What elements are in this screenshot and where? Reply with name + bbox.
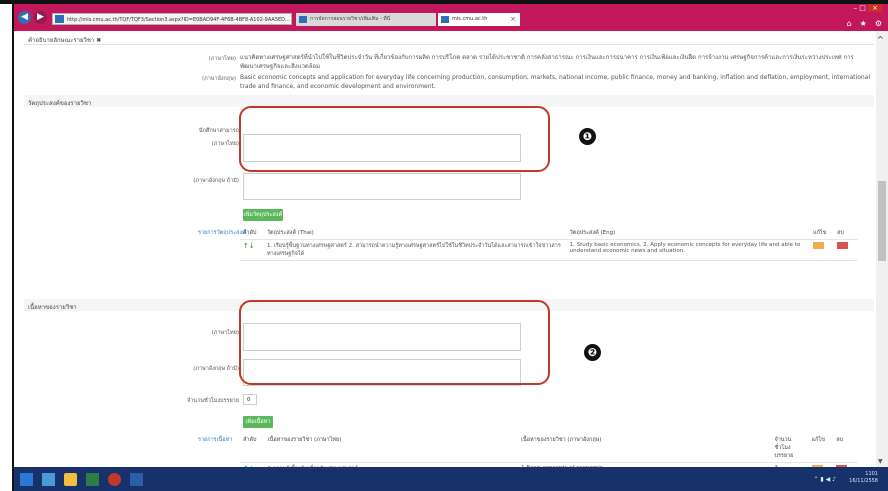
description-eng-label: (ภาษาอังกฤษ) <box>202 76 236 82</box>
col-content-eng: เนื้อหาของรายวิชา (ภาษาอังกฤษ) <box>518 434 772 463</box>
col-edit: แก้ไข <box>808 434 834 463</box>
col-hours: จำนวนชั่วโมงบรรยาย <box>771 434 809 463</box>
tab-close-icon[interactable]: × <box>510 13 516 26</box>
divider <box>24 44 874 45</box>
home-icon[interactable]: ⌂ <box>847 19 852 28</box>
col-edit: แก้ไข <box>810 227 835 240</box>
left-frame-border <box>0 0 14 491</box>
forward-arrow-icon[interactable]: ▶ <box>34 11 47 24</box>
tab-first[interactable]: การจัดการสอนรายวิชา/เพิ่มเติม - ที่นี่ <box>296 13 436 26</box>
close-button[interactable]: × <box>868 4 882 12</box>
tab-favicon-icon <box>441 16 449 23</box>
col-delete: ลบ <box>833 434 858 463</box>
objectives-thai-label: (ภาษาไทย) <box>211 141 239 147</box>
browser-menu-icons: ⌂ ★ ⚙ <box>847 17 882 29</box>
taskbar-chrome-icon[interactable] <box>108 473 121 486</box>
tab-active[interactable]: mis.cmu.ac.th × <box>438 13 520 26</box>
clock-time: 1101 <box>865 471 878 477</box>
tab-favicon-icon <box>299 16 307 23</box>
col-content-thai: เนื้อหาของรายวิชา (ภาษาไทย) <box>264 434 519 463</box>
table-header-row: ลำดับ วัตถุประสงค์ (Thai) วัตถุประสงค์ (… <box>240 227 858 240</box>
objectives-table: ลำดับ วัตถุประสงค์ (Thai) วัตถุประสงค์ (… <box>240 227 858 261</box>
objectives-eng-label: (ภาษาอังกฤษ ถ้ามี) <box>193 178 239 184</box>
vertical-scrollbar[interactable]: ^ ▼ <box>876 31 888 467</box>
content-heading: เนื้อหาของรายวิชา <box>28 304 77 311</box>
col-objective-eng: วัตถุประสงค์ (Eng) <box>566 227 811 240</box>
objectives-table-label: รายการวัตถุประสงค์ <box>198 230 246 236</box>
table-row: ↑↓ 1. เรียนรู้พื้นฐานทางเศรษฐศาสตร์ 2. ส… <box>240 239 858 261</box>
scroll-up-icon[interactable]: ^ <box>877 35 884 44</box>
content-hours-label: จำนวนชั่วโมงบรรยาย <box>187 398 239 404</box>
highlight-box-2 <box>239 300 550 385</box>
gear-icon[interactable]: ⚙ <box>875 19 882 28</box>
minimize-button[interactable]: – <box>854 4 858 12</box>
taskbar-word-icon[interactable] <box>130 473 143 486</box>
site-favicon-icon <box>55 15 64 23</box>
back-arrow-icon[interactable]: ◀ <box>18 11 31 24</box>
content-hours-input[interactable]: 0 <box>243 394 257 405</box>
description-thai-text: แนวคิดทางเศรษฐศาสตร์ที่นำไปใช้ในชีวิตประ… <box>240 54 854 70</box>
maximize-button[interactable]: □ <box>859 4 866 12</box>
windows-taskbar: ⌃ ▮ ◀ ♪ 1101 16/11/2558 <box>14 467 888 491</box>
objectives-eng-input[interactable] <box>243 173 521 200</box>
taskbar-explorer-icon[interactable] <box>42 473 55 486</box>
star-icon[interactable]: ★ <box>860 19 867 28</box>
add-objective-button[interactable]: เพิ่มวัตถุประสงค์ <box>243 209 283 221</box>
table-header-row: ลำดับ เนื้อหาของรายวิชา (ภาษาไทย) เนื้อห… <box>240 434 858 463</box>
taskbar-app-icon[interactable] <box>86 473 99 486</box>
page-content: คำอธิบายลักษณะรายวิชา ✖ (ภาษาไทย) แนวคิด… <box>14 31 876 477</box>
start-button-icon[interactable] <box>20 473 33 486</box>
system-clock[interactable]: 1101 16/11/2558 <box>849 471 878 485</box>
content-table-label: รายการเนื้อหา <box>198 437 233 443</box>
tab-label: การจัดการสอนรายวิชา/เพิ่มเติม - ที่นี่ <box>310 16 391 22</box>
col-delete: ลบ <box>834 227 858 240</box>
taskbar-folder-icon[interactable] <box>64 473 77 486</box>
window-controls: – □ × <box>854 4 882 12</box>
address-bar[interactable]: http://mis.cmu.ac.th/TQF/TQF3/Section3.a… <box>52 13 292 25</box>
objectives-field-top-label: นักศึกษาสามารถ <box>198 128 239 134</box>
edit-button[interactable] <box>813 242 825 249</box>
col-objective-thai: วัตถุประสงค์ (Thai) <box>263 227 567 240</box>
browser-toolbar: ◀ ▶ http://mis.cmu.ac.th/TQF/TQF3/Sectio… <box>14 4 888 31</box>
address-url: http://mis.cmu.ac.th/TQF/TQF3/Section3.a… <box>67 17 290 23</box>
delete-button[interactable] <box>837 242 849 249</box>
annotation-marker-2: ❷ <box>584 344 601 361</box>
content-thai-label: (ภาษาไทย) <box>211 330 239 336</box>
highlight-box-1 <box>239 106 550 172</box>
objectives-heading: วัตถุประสงค์ของรายวิชา <box>28 100 92 107</box>
tray-icons[interactable]: ⌃ ▮ ◀ ♪ <box>814 476 837 483</box>
content-eng-label: (ภาษาอังกฤษ ถ้ามี) <box>193 366 239 372</box>
add-content-button[interactable]: เพิ่มเนื้อหา <box>243 416 273 428</box>
col-order: ลำดับ <box>240 434 265 463</box>
objective-eng-cell: 1. Study basic economics. 2. Apply econo… <box>566 239 811 261</box>
description-thai-label: (ภาษาไทย) <box>208 56 236 62</box>
scrollbar-thumb[interactable] <box>878 181 886 261</box>
objective-thai-cell: 1. เรียนรู้พื้นฐานทางเศรษฐศาสตร์ 2. สามา… <box>263 239 567 261</box>
clock-date: 16/11/2558 <box>849 478 878 484</box>
col-order: ลำดับ <box>240 227 264 240</box>
annotation-marker-1: ❶ <box>579 128 596 145</box>
tab-label: mis.cmu.ac.th <box>452 16 488 22</box>
move-down-icon[interactable]: ↓ <box>249 242 255 250</box>
description-eng-text: Basic economic concepts and application … <box>240 74 871 90</box>
scroll-down-icon[interactable]: ▼ <box>878 458 883 465</box>
browser-window: ◀ ▶ http://mis.cmu.ac.th/TQF/TQF3/Sectio… <box>14 4 888 477</box>
